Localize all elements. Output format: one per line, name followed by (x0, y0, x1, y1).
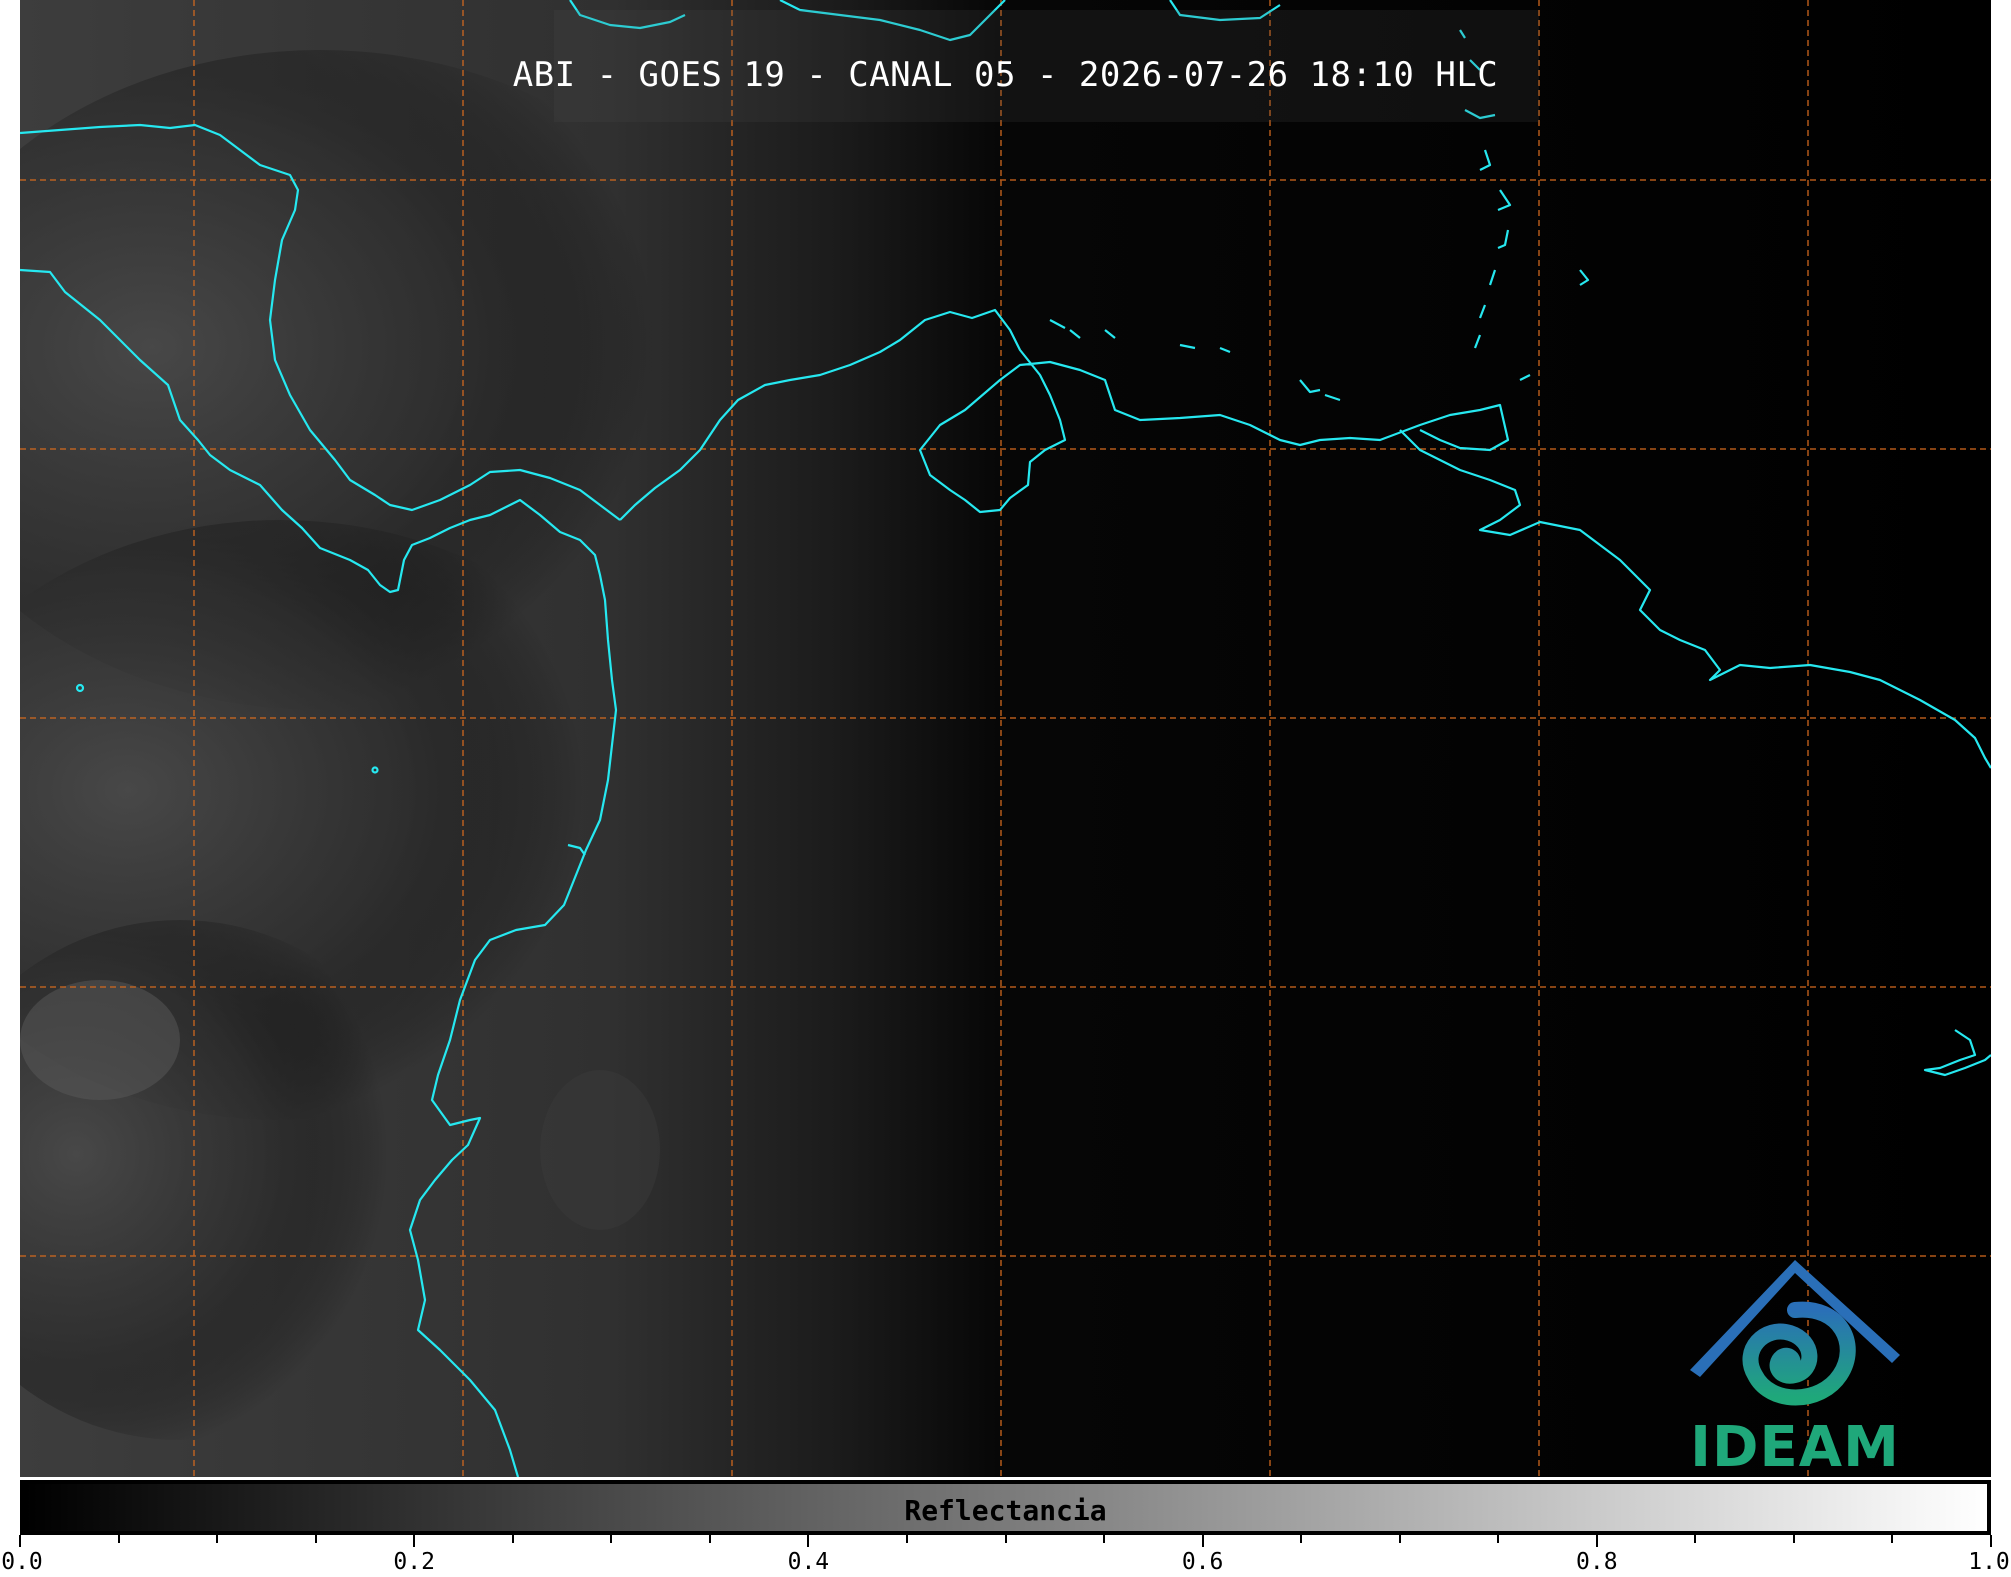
colorbar-tick-label: 0.4 (787, 1549, 830, 1575)
colorbar-tick (708, 1535, 711, 1543)
colorbar-tick (1497, 1535, 1500, 1543)
colorbar: Reflectancia (20, 1480, 1991, 1535)
colorbar-tick (1990, 1535, 1992, 1547)
colorbar-tick (1004, 1535, 1007, 1543)
colorbar-tick (19, 1535, 21, 1547)
colorbar-tick (216, 1535, 219, 1543)
colorbar-tick-label: 0.2 (393, 1549, 435, 1575)
satellite-map: IDEAM (20, 0, 1991, 1477)
ideam-emblem-icon (1690, 1260, 1900, 1406)
logo-text: IDEAM (1690, 1415, 1900, 1477)
colorbar-tick (1103, 1535, 1106, 1543)
colorbar-tick (1694, 1535, 1697, 1543)
cloud-patch-2 (540, 1070, 660, 1230)
colorbar-tick (314, 1535, 317, 1543)
colorbar-tick (413, 1535, 416, 1547)
colorbar-tick-label: 0.8 (1576, 1549, 1618, 1575)
colorbar-tick (905, 1535, 908, 1543)
colorbar-ticks: 0.0 0.2 0.4 0.6 0.8 1.0 (0, 1535, 2011, 1577)
colorbar-label: Reflectancia (904, 1494, 1107, 1527)
colorbar-tick-label: 0.0 (1, 1549, 43, 1575)
colorbar-tick-label: 1.0 (1968, 1549, 2010, 1575)
colorbar-tick (1398, 1535, 1401, 1543)
colorbar-tick (1792, 1535, 1795, 1543)
cloud-patch-1 (20, 980, 180, 1100)
colorbar-tick (610, 1535, 613, 1543)
colorbar-tick (117, 1535, 120, 1543)
colorbar-tick-label: 0.6 (1181, 1549, 1224, 1575)
colorbar-tick (1201, 1535, 1204, 1547)
logo-swirl-shape (1742, 1301, 1856, 1406)
colorbar-tick (1891, 1535, 1894, 1543)
title-backdrop (554, 10, 1539, 122)
colorbar-tick (1300, 1535, 1303, 1543)
colorbar-tick (807, 1535, 810, 1547)
colorbar-tick (1595, 1535, 1598, 1547)
colorbar-tick (511, 1535, 514, 1543)
ideam-logo: IDEAM (1680, 1255, 1910, 1477)
